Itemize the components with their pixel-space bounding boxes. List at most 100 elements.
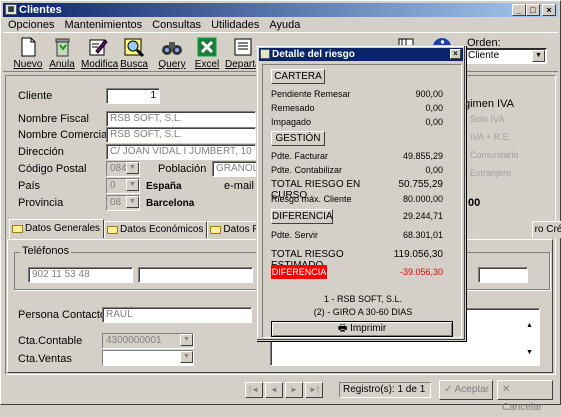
imprimir-label: Imprimir [350,323,387,334]
cliente-field[interactable]: 1 [106,88,160,104]
menu-mantenimientos[interactable]: Mantenimientos [59,18,147,32]
edit-icon [87,36,109,58]
record-counter: Registro(s): 1 de 1 [339,382,431,398]
nuevo-label: Nuevo [13,59,43,70]
app-icon: ▦ [5,4,17,15]
prev-record-button[interactable]: ◄ [265,382,283,398]
binoculars-icon [161,36,183,58]
scroll-up-icon[interactable]: ▲ [526,322,533,329]
chevron-down-icon[interactable]: ▼ [180,351,193,363]
telefono-3-field[interactable] [478,267,528,283]
pdte-contabilizar-value: 0,00 [425,165,443,175]
persona-contacto-field[interactable]: RAUL [102,307,252,323]
nombre-fiscal-field[interactable]: RSB SOFT, S.L. [106,111,256,127]
department-icon [232,36,254,58]
modifica-label: Modifica [81,59,119,70]
menu-utilidades[interactable]: Utilidades [206,18,264,32]
telefono-2-field[interactable] [138,267,253,283]
diferencia-2-row: -39.056,30 [337,267,443,277]
pendiente-remesar-value: 900,00 [415,89,443,99]
telefono-1-field[interactable]: 902 11 53 48 [28,267,133,283]
impagado-row: Impagado 0,00 [271,117,443,127]
tab-datos-economicos[interactable]: Datos Económicos [104,221,208,238]
pendiente-remesar-label: Pendiente Remesar [271,89,351,99]
detalle-riesgo-dialog: Detalle del riesgo × CARTERA Pendiente R… [256,45,466,341]
regimen-option-extranjero[interactable]: Extranjero [470,168,511,178]
dialog-titlebar: Detalle del riesgo × [259,48,463,61]
excel-button[interactable]: Excel [190,36,224,70]
chevron-down-icon[interactable]: ▼ [126,196,139,208]
direccion-label: Dirección [18,146,64,158]
pdte-servir-row: Pdte. Servir 68.301,01 [271,230,443,240]
maximize-button[interactable]: □ [526,4,540,16]
regimen-option-solo-iva[interactable]: Solo IVA [470,114,504,124]
minimize-button[interactable]: _ [512,4,526,16]
regimen-option-comunitario[interactable]: Comunitario [470,150,519,160]
cta-ventas-label: Cta.Ventas [18,353,72,365]
remesado-label: Remesado [271,103,315,113]
cta-contable-select[interactable]: 4300000001 ▼ [102,333,194,349]
imprimir-button[interactable]: 🖶 Imprimir [271,321,453,337]
pais-name: España [146,181,182,192]
chevron-down-icon[interactable]: ▼ [126,179,139,191]
pais-label: País [18,180,41,192]
first-record-button[interactable]: |◄ [245,382,263,398]
provincia-select[interactable]: 08 ▼ [106,195,140,211]
chevron-down-icon[interactable]: ▼ [126,162,139,174]
chevron-down-icon[interactable]: ▼ [180,334,193,346]
tab-label: Datos Generales [25,223,101,234]
pdte-servir-value: 68.301,01 [402,230,443,240]
menu-bar: Opciones Mantenimientos Consultas Utilid… [3,18,305,32]
last-record-button[interactable]: ►| [305,382,323,398]
excel-label: Excel [194,59,220,70]
anula-label: Anula [49,59,75,70]
tab-datos-generales[interactable]: Datos Generales [9,219,105,238]
codigo-postal-select[interactable]: 08400 ▼ [106,161,140,177]
riesgo-max-value: 80.000,00 [402,194,443,204]
diferencia-button[interactable]: DIFERENCIA [271,209,333,224]
pais-select[interactable]: 0 ▼ [106,178,140,194]
tab-riesgo-credito[interactable]: ro Crédito [531,221,561,238]
new-document-icon [17,36,39,58]
query-button[interactable]: Query [155,36,189,70]
modifica-button[interactable]: Modifica [81,36,119,70]
cta-ventas-select[interactable]: ▼ [102,350,194,366]
diferencia-2-value: -39.056,30 [399,267,443,277]
dialog-close-button[interactable]: × [450,49,461,59]
window-title: Clientes [19,4,62,16]
search-icon [123,36,145,58]
close-button[interactable]: × [542,4,556,16]
tab-label: ro Crédito [534,224,561,235]
nuevo-button[interactable]: Nuevo [11,36,45,70]
pdte-facturar-label: Pdte. Facturar [271,151,329,161]
pdte-facturar-value: 49.855,29 [402,151,443,161]
aceptar-label: Aceptar [454,384,490,395]
window-titlebar: ▦ Clientes _ □ × [3,3,558,17]
busca-button[interactable]: Busca [117,36,151,70]
chevron-down-icon[interactable]: ▼ [532,50,545,62]
regimen-option-iva-re[interactable]: IVA + R.E. [470,132,511,142]
folder-icon [12,225,23,233]
diferencia-1-row: 29.244,71 [337,211,443,221]
poblacion-field[interactable]: GRANOLL [212,161,258,177]
tab-label: Datos Económicos [120,224,204,235]
scroll-down-icon[interactable]: ▼ [526,349,533,356]
cancelar-button[interactable]: ✕ Cancelar [497,380,553,413]
menu-opciones[interactable]: Opciones [3,18,59,32]
riesgo-max-row: Riesgo máx. Cliente 80.000,00 [271,194,443,204]
aceptar-button[interactable]: ✓ Aceptar [439,380,493,400]
provincia-label: Provincia [18,197,64,209]
menu-ayuda[interactable]: Ayuda [264,18,305,32]
cartera-button[interactable]: CARTERA [271,69,325,84]
email-label: e-mail [224,180,254,192]
next-record-button[interactable]: ► [285,382,303,398]
regimen-iva-label: gimen IVA [464,98,514,110]
anula-button[interactable]: Anula [45,36,79,70]
orden-select[interactable]: Cliente ▼ [463,48,547,64]
menu-consultas[interactable]: Consultas [147,18,206,32]
footer-line-1: 1 - RSB SOFT, S.L. [323,294,403,304]
gestion-button[interactable]: GESTIÓN [271,131,325,146]
nombre-comercial-field[interactable]: RSB SOFT, S.L. [106,127,256,143]
direccion-field[interactable]: C/ JOAN VIDAL I JUMBERT, 10 1-2 [106,144,256,160]
side-value: 00 [468,197,481,209]
